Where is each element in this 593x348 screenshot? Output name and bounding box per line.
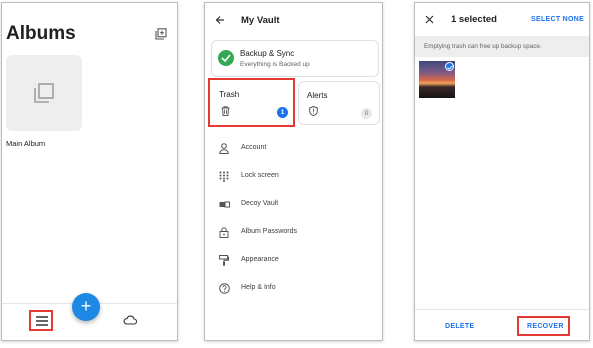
decoy-icon — [219, 199, 230, 210]
page-title: Albums — [6, 23, 76, 44]
menu-item-album-passwords[interactable]: Album Passwords — [205, 219, 382, 247]
vault-screen: My Vault Backup & Sync Everything is Bac… — [204, 2, 383, 341]
photo-thumbnail[interactable] — [419, 61, 455, 98]
album-name[interactable]: Main Album — [6, 139, 45, 148]
album-thumbnail[interactable] — [6, 55, 82, 131]
back-arrow-icon[interactable] — [215, 15, 225, 25]
shield-alert-icon — [309, 106, 318, 116]
footer-divider — [415, 309, 589, 310]
highlight-box — [517, 316, 570, 336]
menu-item-label: Lock screen — [241, 172, 279, 179]
menu-item-label: Help & Info — [241, 284, 276, 291]
menu-item-appearance[interactable]: Appearance — [205, 247, 382, 275]
menu-item-help-info[interactable]: Help & Info — [205, 275, 382, 303]
alerts-card[interactable]: Alerts 0 — [298, 81, 380, 125]
add-fab-button[interactable]: + — [72, 293, 100, 321]
person-icon — [219, 143, 229, 154]
menu-item-label: Decoy Vault — [241, 200, 279, 207]
vault-menu: Account Lock screen Decoy Vault Album Pa… — [205, 135, 382, 303]
delete-button[interactable]: DELETE — [445, 323, 474, 330]
albums-screen: Albums Main Album + — [1, 2, 178, 341]
highlight-box — [29, 310, 53, 331]
add-album-icon[interactable] — [155, 28, 167, 40]
paint-roller-icon — [219, 255, 229, 266]
backup-sync-card[interactable]: Backup & Sync Everything is Backed up — [211, 40, 379, 77]
backup-title: Backup & Sync — [240, 49, 295, 58]
select-none-button[interactable]: SELECT NONE — [531, 16, 584, 23]
highlight-box — [208, 78, 295, 127]
menu-item-label: Album Passwords — [241, 228, 298, 235]
selected-count: 1 selected — [451, 14, 497, 25]
page-title: My Vault — [241, 15, 280, 26]
menu-item-label: Account — [241, 144, 267, 151]
close-icon[interactable] — [425, 15, 434, 24]
menu-item-label: Appearance — [241, 256, 279, 263]
keypad-icon — [219, 171, 229, 182]
selected-check-icon — [445, 62, 454, 71]
info-banner: Emptying trash can free up backup space. — [415, 36, 589, 57]
backup-status: Everything is Backed up — [240, 61, 310, 68]
menu-item-account[interactable]: Account — [205, 135, 382, 163]
check-circle-icon — [218, 50, 234, 66]
album-placeholder-icon — [34, 83, 54, 103]
trash-screen: 1 selected SELECT NONE Emptying trash ca… — [414, 2, 590, 341]
info-text: Emptying trash can free up backup space. — [424, 43, 542, 50]
menu-item-decoy-vault[interactable]: Decoy Vault — [205, 191, 382, 219]
lock-icon — [219, 227, 229, 238]
cloud-icon[interactable] — [123, 315, 137, 325]
help-icon — [219, 283, 230, 294]
alerts-count-badge: 0 — [361, 108, 372, 119]
alerts-label: Alerts — [307, 91, 328, 100]
menu-item-lock-screen[interactable]: Lock screen — [205, 163, 382, 191]
